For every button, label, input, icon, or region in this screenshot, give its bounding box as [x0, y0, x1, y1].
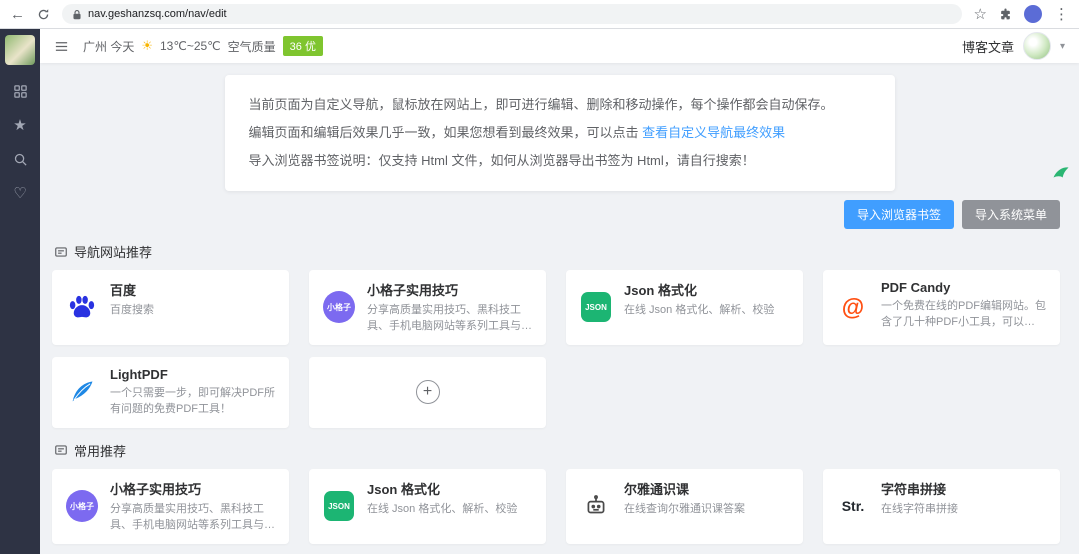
actions-row: 导入浏览器书签 导入系统菜单 [40, 191, 1079, 229]
site-card-string-concat[interactable]: Str. 字符串拼接 在线字符串拼接 [823, 468, 1060, 544]
notice-line-2: 编辑页面和编辑后效果几乎一致，如果您想看到最终效果，可以点击 查看自定义导航最终… [249, 119, 871, 147]
site-card-json-format[interactable]: JSON Json 格式化 在线 Json 格式化、解析、校验 [566, 270, 803, 345]
feedback-widget-icon[interactable] [1051, 165, 1071, 190]
page-topbar: 广州 今天 ☀ 13℃~25℃ 空气质量 36 优 博客文章 ▾ [40, 29, 1079, 63]
view-final-nav-link[interactable]: 查看自定义导航最终效果 [642, 125, 785, 140]
card-title: 小格子实用技巧 [367, 283, 459, 298]
aqi-badge: 36 优 [282, 36, 323, 56]
card-desc: 分享高质量实用技巧、黑科技工具、手机电脑网站等系列工具与干货！ [367, 304, 532, 332]
card-title: 尔雅通识课 [624, 481, 690, 497]
notice-line-2-text: 编辑页面和编辑后效果几乎一致，如果您想看到最终效果，可以点击 [248, 125, 643, 140]
site-card-json-format-2[interactable]: JSON Json 格式化 在线 Json 格式化、解析、校验 [309, 468, 546, 544]
common-sites-grid: 小格子 小格子实用技巧 分享高质量实用技巧、黑科技工具、手机电脑网站等系列工具与… [40, 468, 1079, 554]
browser-menu-button[interactable]: ⋮ [1054, 7, 1069, 22]
site-card-xiaogezi-2[interactable]: 小格子 小格子实用技巧 分享高质量实用技巧、黑科技工具、手机电脑网站等系列工具与… [52, 468, 289, 544]
card-title: 字符串拼接 [881, 481, 947, 497]
json-badge-icon: JSON [578, 280, 614, 335]
card-desc: 一个只需要一步，即可解决PDF所有问题的免费PDF工具！ [110, 386, 275, 415]
star-nav-icon[interactable]: ★ [13, 118, 26, 133]
weather-widget: 广州 今天 ☀ 13℃~25℃ 空气质量 36 优 [83, 36, 323, 56]
site-card-lightpdf[interactable]: LightPDF 一个只需要一步，即可解决PDF所有问题的免费PDF工具！ [52, 356, 289, 428]
bookmark-star-button[interactable]: ☆ [974, 7, 987, 22]
nav-sites-grid: 百度 百度搜索 小格子 小格子实用技巧 分享高质量实用技巧、黑科技工具、手机电脑… [40, 270, 1079, 428]
card-desc: 分享高质量实用技巧、黑科技工具、手机电脑网站等系列工具与干货！ [110, 502, 275, 531]
notice-line-1: 当前页面为自定义导航，鼠标放在网站上，即可进行编辑、删除和移动操作，每个操作都会… [248, 97, 834, 112]
baidu-paw-icon [64, 280, 100, 335]
back-button[interactable]: ← [10, 7, 25, 22]
browser-profile-avatar[interactable] [1024, 5, 1042, 23]
page-content: 当前页面为自定义导航，鼠标放在网站上，即可进行编辑、删除和移动操作，每个操作都会… [40, 63, 1079, 553]
section-header-common: 常用推荐 [40, 441, 1079, 460]
weather-temp: 13℃~25℃ [160, 39, 221, 53]
import-browser-bookmarks-button[interactable]: 导入浏览器书签 [843, 200, 954, 229]
refresh-button[interactable] [37, 8, 50, 21]
card-title: LightPDF [110, 366, 168, 382]
extensions-button[interactable] [999, 8, 1012, 21]
robot-icon [578, 479, 614, 534]
collapse-menu-icon[interactable] [54, 39, 69, 54]
search-icon[interactable] [13, 152, 28, 167]
blog-articles-link[interactable]: 博客文章 [962, 37, 1014, 56]
section-header-nav-sites: 导航网站推荐 [40, 242, 1079, 261]
xiaogezi-badge-icon: 小格子 [64, 479, 100, 534]
puzzle-icon [1001, 8, 1010, 19]
main-area: 广州 今天 ☀ 13℃~25℃ 空气质量 36 优 博客文章 ▾ 当前页面为自定… [40, 29, 1079, 554]
card-desc: 在线 Json 格式化、解析、校验 [367, 502, 518, 515]
section-title-text: 常用推荐 [74, 443, 127, 459]
refresh-icon [38, 8, 49, 19]
feather-icon [64, 367, 100, 418]
site-card-pdf-candy[interactable]: @ PDF Candy 一个免费在线的PDF编辑网站。包含了几十种PDF小工具，… [823, 270, 1060, 345]
browser-toolbar: ← nav.geshanzsq.com/nav/edit ☆ ⋮ [0, 0, 1079, 29]
card-title: Json 格式化 [624, 283, 697, 298]
user-avatar[interactable] [1022, 32, 1051, 60]
card-title: 小格子实用技巧 [110, 481, 202, 497]
add-site-card[interactable]: + [309, 356, 546, 428]
import-system-menu-button[interactable]: 导入系统菜单 [961, 200, 1060, 229]
str-text-icon: Str. [841, 498, 865, 515]
air-quality-label: 空气质量 [227, 39, 276, 54]
card-title: PDF Candy [881, 280, 951, 295]
heart-icon[interactable]: ♡ [13, 186, 26, 201]
url-text: nav.geshanzsq.com/nav/edit [88, 8, 227, 20]
apps-grid-icon[interactable] [13, 84, 28, 99]
weather-city: 广州 今天 [83, 39, 135, 54]
card-desc: 一个免费在线的PDF编辑网站。包含了几十种PDF小工具，可以Word与PDF互.… [881, 300, 1046, 328]
section-tag-icon [55, 246, 67, 257]
address-bar[interactable]: nav.geshanzsq.com/nav/edit [62, 4, 962, 24]
card-desc: 在线 Json 格式化、解析、校验 [624, 304, 775, 316]
section-title-text: 导航网站推荐 [74, 245, 153, 260]
site-card-erya[interactable]: 尔雅通识课 在线查询尔雅通识课答案 [566, 468, 803, 544]
padlock-icon [73, 9, 81, 19]
sun-icon: ☀ [141, 38, 153, 53]
card-desc: 在线字符串拼接 [881, 502, 958, 515]
sidebar: ★ ♡ [0, 29, 40, 554]
site-logo[interactable] [5, 35, 35, 65]
card-title: 百度 [110, 283, 137, 298]
notice-card: 当前页面为自定义导航，鼠标放在网站上，即可进行编辑、删除和移动操作，每个操作都会… [224, 75, 895, 191]
json-badge-icon: JSON [321, 479, 357, 534]
card-title: Json 格式化 [367, 481, 440, 497]
pdf-candy-swirl-icon: @ [841, 293, 865, 320]
card-desc: 在线查询尔雅通识课答案 [624, 502, 745, 515]
xiaogezi-badge-icon: 小格子 [321, 280, 357, 335]
plus-icon: + [415, 380, 440, 405]
card-desc: 百度搜索 [110, 304, 154, 316]
site-card-baidu[interactable]: 百度 百度搜索 [52, 270, 289, 345]
chevron-down-icon[interactable]: ▾ [1060, 41, 1065, 52]
notice-line-3: 导入浏览器书签说明：仅支持 Html 文件，如何从浏览器导出书签为 Html，请… [248, 153, 755, 168]
section-tag-icon [55, 445, 67, 455]
site-card-xiaogezi[interactable]: 小格子 小格子实用技巧 分享高质量实用技巧、黑科技工具、手机电脑网站等系列工具与… [309, 270, 546, 345]
